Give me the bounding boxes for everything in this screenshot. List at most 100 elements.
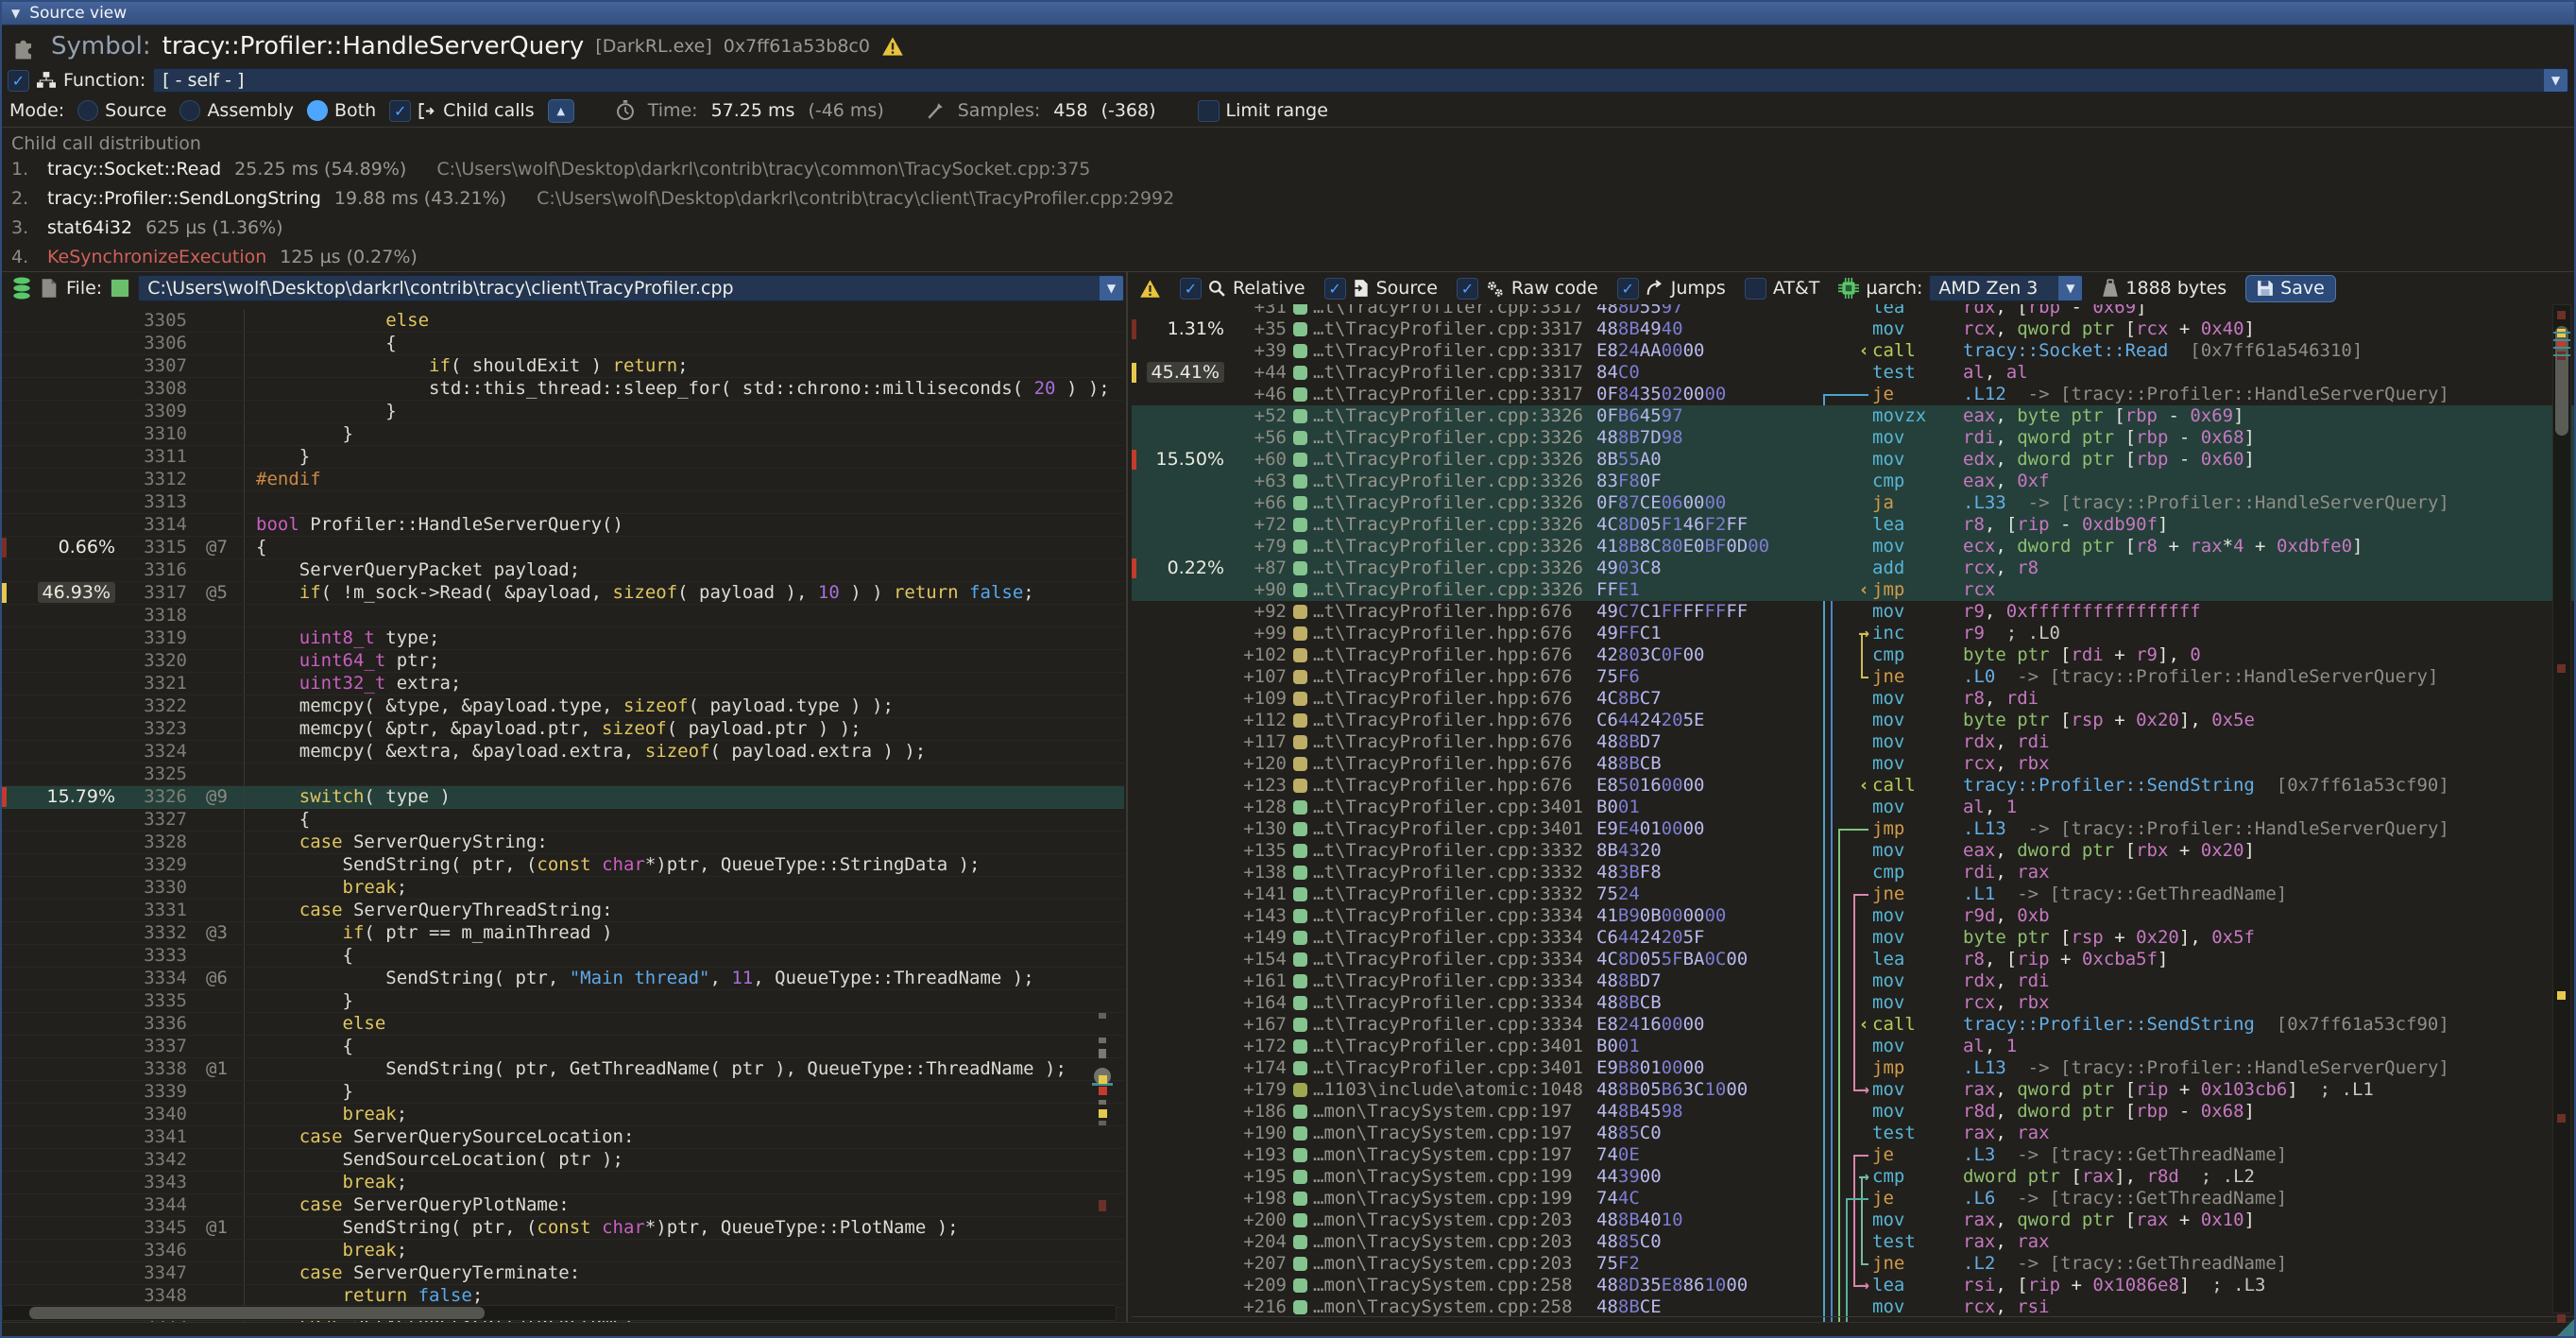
source-line[interactable]: 3329 SendString( ptr, (const char*)ptr, … xyxy=(2,854,1124,877)
source-line[interactable]: 3314bool Profiler::HandleServerQuery() xyxy=(2,514,1124,537)
asm-row[interactable]: +143…t\TracyProfiler.cpp:333441B90B00000… xyxy=(1132,905,2574,927)
assembly-scrollbar[interactable] xyxy=(2552,304,2571,1313)
asm-row[interactable]: +109…t\TracyProfiler.hpp:6764C8BC7movr8,… xyxy=(1132,688,2574,710)
asm-row[interactable]: +186…mon\TracySystem.cpp:197448B4598movr… xyxy=(1132,1101,2574,1123)
source-line[interactable]: 3333 { xyxy=(2,945,1124,968)
asm-row[interactable]: +46…t\TracyProfiler.cpp:33170F8435020000… xyxy=(1132,384,2574,405)
asm-row[interactable]: +120…t\TracyProfiler.hpp:676488BCBmovrcx… xyxy=(1132,753,2574,775)
att-checkbox[interactable]: ✓ xyxy=(1745,278,1766,300)
source-line[interactable]: 3342 SendSourceLocation( ptr ); xyxy=(2,1149,1124,1172)
asm-row[interactable]: +90…t\TracyProfiler.cpp:3326FFE1‹jmprcx xyxy=(1132,579,2574,601)
asm-row[interactable]: +167…t\TracyProfiler.cpp:3334E824160000‹… xyxy=(1132,1014,2574,1036)
source-line[interactable]: 3307 if( shouldExit ) return; xyxy=(2,355,1124,378)
asm-row[interactable]: +123…t\TracyProfiler.hpp:676E850160000‹c… xyxy=(1132,775,2574,797)
asm-row[interactable]: +149…t\TracyProfiler.cpp:3334C64424205Fm… xyxy=(1132,927,2574,949)
asm-row[interactable]: +141…t\TracyProfiler.cpp:33327524jne.L1 … xyxy=(1132,883,2574,905)
asm-row[interactable]: +174…t\TracyProfiler.cpp:3401E9B8010000j… xyxy=(1132,1057,2574,1079)
asm-row[interactable]: +195…mon\TracySystem.cpp:199443900→cmpdw… xyxy=(1132,1166,2574,1188)
asm-row[interactable]: +72…t\TracyProfiler.cpp:33264C8D05F146F2… xyxy=(1132,514,2574,536)
source-line[interactable]: 3338@1 SendString( ptr, GetThreadName( p… xyxy=(2,1058,1124,1081)
child-call-item[interactable]: 2.tracy::Profiler::SendLongString19.88 m… xyxy=(11,183,2574,213)
asm-row[interactable]: +198…mon\TracySystem.cpp:199744Cje.L6 ->… xyxy=(1132,1188,2574,1209)
asm-row[interactable]: +128…t\TracyProfiler.cpp:3401B001moval, … xyxy=(1132,797,2574,818)
asm-row[interactable]: +107…t\TracyProfiler.hpp:67675F6jne.L0 -… xyxy=(1132,666,2574,688)
asm-row[interactable]: +79…t\TracyProfiler.cpp:3326418B8C80E0BF… xyxy=(1132,536,2574,558)
scrollbar-thumb[interactable] xyxy=(29,1307,485,1319)
asm-row[interactable]: 45.41%+44…t\TracyProfiler.cpp:331784C0te… xyxy=(1132,362,2574,384)
source-line[interactable]: 3309 } xyxy=(2,401,1124,423)
radio-icon[interactable] xyxy=(307,100,328,121)
asm-row[interactable]: +164…t\TracyProfiler.cpp:3334488BCBmovrc… xyxy=(1132,992,2574,1014)
asm-row[interactable]: +200…mon\TracySystem.cpp:203488B4010movr… xyxy=(1132,1209,2574,1231)
child-call-item[interactable]: 4.KeSynchronizeExecution125 µs (0.27%) xyxy=(11,242,2574,271)
source-line[interactable]: 3330 break; xyxy=(2,877,1124,900)
relative-toggle[interactable]: ✓ Relative xyxy=(1180,278,1305,300)
chevron-down-icon[interactable]: ▼ xyxy=(1100,276,1123,300)
jumps-checkbox[interactable]: ✓ xyxy=(1617,278,1639,300)
source-line[interactable]: 3344 case ServerQueryPlotName: xyxy=(2,1194,1124,1217)
asm-row[interactable]: +207…mon\TracySystem.cpp:20375F2jne.L2 -… xyxy=(1132,1253,2574,1275)
source-line[interactable]: 3318 xyxy=(2,605,1124,627)
mode-radio-assembly[interactable]: Assembly xyxy=(179,100,294,121)
child-call-item[interactable]: 1.tracy::Socket::Read25.25 ms (54.89%)C:… xyxy=(11,154,2574,183)
source-line[interactable]: 3334@6 SendString( ptr, "Main thread", 1… xyxy=(2,968,1124,990)
source-hscrollbar[interactable] xyxy=(2,1305,1117,1321)
source-line[interactable]: 3346 break; xyxy=(2,1240,1124,1262)
raw-code-toggle[interactable]: ✓ Raw code xyxy=(1457,278,1598,300)
source-minimap[interactable] xyxy=(1092,304,1117,1302)
asm-row[interactable]: +161…t\TracyProfiler.cpp:3334488BD7movrd… xyxy=(1132,970,2574,992)
source-line[interactable]: 3324 memcpy( &extra, &payload.extra, siz… xyxy=(2,741,1124,763)
child-calls-toggle[interactable]: ✓ Child calls xyxy=(389,100,535,122)
source-line[interactable]: 3320 uint64_t ptr; xyxy=(2,650,1124,673)
asm-row[interactable]: +179…1103\include\atomic:1048488B05B63C1… xyxy=(1132,1079,2574,1101)
asm-row[interactable]: 1.31%+35…t\TracyProfiler.cpp:3317488B494… xyxy=(1132,318,2574,340)
source-line[interactable]: 3316 ServerQueryPacket payload; xyxy=(2,559,1124,582)
source-line[interactable]: 3310 } xyxy=(2,423,1124,446)
child-calls-checkbox[interactable]: ✓ xyxy=(389,100,411,122)
source-line[interactable]: 3306 { xyxy=(2,333,1124,355)
asm-row[interactable]: +135…t\TracyProfiler.cpp:33328B4320movea… xyxy=(1132,840,2574,862)
source-line[interactable]: 3322 memcpy( &type, &payload.type, sizeo… xyxy=(2,695,1124,718)
source-line[interactable]: 3343 break; xyxy=(2,1172,1124,1194)
source-line[interactable]: 3308 std::this_thread::sleep_for( std::c… xyxy=(2,378,1124,401)
asm-row[interactable]: +154…t\TracyProfiler.cpp:33344C8D055FBA0… xyxy=(1132,949,2574,970)
relative-checkbox[interactable]: ✓ xyxy=(1180,278,1202,300)
asm-row[interactable]: +216…mon\TracySystem.cpp:258488BCEmovrcx… xyxy=(1132,1296,2574,1318)
source-line[interactable]: 3332@3 if( ptr == m_mainThread ) xyxy=(2,922,1124,945)
source-line[interactable]: 3337 { xyxy=(2,1036,1124,1058)
source-line[interactable]: 3340 break; xyxy=(2,1104,1124,1126)
source-line[interactable]: 3328 case ServerQueryString: xyxy=(2,832,1124,854)
source-line[interactable]: 3336 else xyxy=(2,1013,1124,1036)
source-line[interactable]: 3341 case ServerQuerySourceLocation: xyxy=(2,1126,1124,1149)
asm-row[interactable]: +56…t\TracyProfiler.cpp:3326488B7D98movr… xyxy=(1132,427,2574,449)
chevron-down-icon[interactable]: ▼ xyxy=(2058,276,2082,300)
asm-row[interactable]: +102…t\TracyProfiler.hpp:67642803C0F00cm… xyxy=(1132,644,2574,666)
asm-row[interactable]: 0.22%+87…t\TracyProfiler.cpp:33264903C8a… xyxy=(1132,558,2574,579)
source-line[interactable]: 3345@1 SendString( ptr, (const char*)ptr… xyxy=(2,1217,1124,1240)
source-line[interactable]: 15.79%3326@9 switch( type ) xyxy=(2,786,1124,809)
source-toggle[interactable]: ✓ Source xyxy=(1324,278,1438,300)
source-checkbox[interactable]: ✓ xyxy=(1324,278,1346,300)
collapse-icon[interactable]: ▼ xyxy=(11,7,20,20)
asm-row[interactable]: +172…t\TracyProfiler.cpp:3401B001moval, … xyxy=(1132,1036,2574,1057)
source-line[interactable]: 3327 { xyxy=(2,809,1124,832)
source-line[interactable]: 3331 case ServerQueryThreadString: xyxy=(2,900,1124,922)
parent-symbol-button[interactable]: ▲ xyxy=(548,99,574,123)
source-line[interactable]: 3319 uint8_t type; xyxy=(2,627,1124,650)
source-line[interactable]: 3323 memcpy( &ptr, &payload.ptr, sizeof(… xyxy=(2,718,1124,741)
asm-row[interactable]: 15.50%+60…t\TracyProfiler.cpp:33268B55A0… xyxy=(1132,449,2574,471)
radio-icon[interactable] xyxy=(179,100,200,121)
file-select[interactable]: C:\Users\wolf\Desktop\darkrl\contrib\tra… xyxy=(138,275,1124,301)
asm-row[interactable]: +63…t\TracyProfiler.cpp:332683F80Fcmpeax… xyxy=(1132,471,2574,492)
asm-row[interactable]: +138…t\TracyProfiler.cpp:3332483BF8cmprd… xyxy=(1132,862,2574,883)
source-line[interactable]: 3321 uint32_t extra; xyxy=(2,673,1124,695)
source-line[interactable]: 3313 xyxy=(2,491,1124,514)
asm-row[interactable]: +66…t\TracyProfiler.cpp:33260F87CE060000… xyxy=(1132,492,2574,514)
function-select[interactable]: [ - self - ] ▼ xyxy=(153,68,2568,93)
jumps-toggle[interactable]: ✓ Jumps xyxy=(1617,278,1726,300)
asm-row[interactable]: +204…mon\TracySystem.cpp:2034885C0testra… xyxy=(1132,1231,2574,1253)
asm-row[interactable]: +52…t\TracyProfiler.cpp:33260FB64597movz… xyxy=(1132,405,2574,427)
source-line[interactable]: 0.66%3315@7{ xyxy=(2,537,1124,559)
source-line[interactable]: 3347 case ServerQueryTerminate: xyxy=(2,1262,1124,1285)
child-call-item[interactable]: 3.stat64i32625 µs (1.36%) xyxy=(11,213,2574,242)
